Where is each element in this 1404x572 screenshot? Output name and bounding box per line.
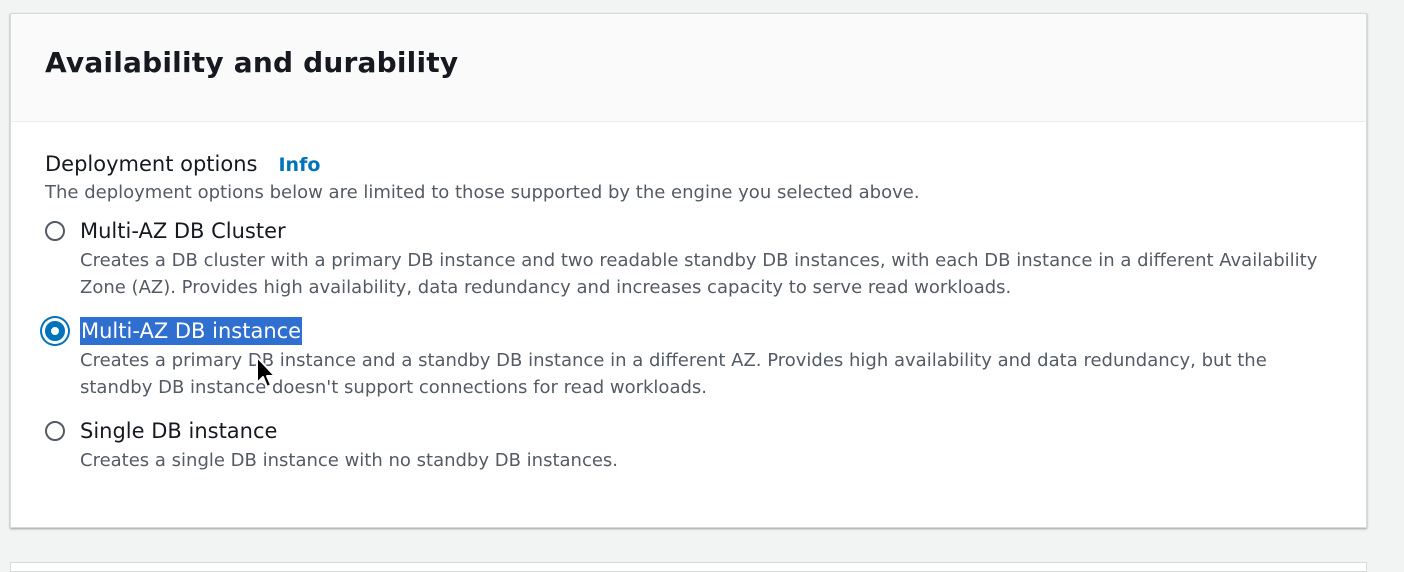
- radio-description-single-instance: Creates a single DB instance with no sta…: [80, 450, 619, 471]
- radio-label-multi-az-cluster[interactable]: Multi-AZ DB Cluster: [80, 217, 286, 245]
- deployment-options-label: Deployment options: [45, 152, 258, 176]
- availability-durability-panel: Availability and durability Deployment o…: [10, 13, 1367, 528]
- radio-label-multi-az-instance[interactable]: Multi-AZ DB instance: [80, 317, 303, 345]
- radio-option-multi-az-instance[interactable]: Multi-AZ DB instance Creates a primary D…: [45, 317, 1332, 401]
- deployment-options-label-row: Deployment options Info: [45, 152, 1332, 176]
- panel-body: Deployment options Info The deployment o…: [11, 122, 1366, 474]
- deployment-options-description: The deployment options below are limited…: [45, 182, 920, 203]
- radio-text: Multi-AZ DB Cluster Creates a DB cluster…: [80, 217, 1332, 301]
- radio-option-multi-az-cluster[interactable]: Multi-AZ DB Cluster Creates a DB cluster…: [45, 217, 1332, 301]
- radio-option-single-instance[interactable]: Single DB instance Creates a single DB i…: [45, 417, 1332, 474]
- radio-text: Single DB instance Creates a single DB i…: [80, 417, 1332, 474]
- radio-description-multi-az-instance: Creates a primary DB instance and a stan…: [80, 350, 1267, 398]
- radio-button-multi-az-cluster[interactable]: [45, 221, 65, 241]
- radio-description-multi-az-cluster: Creates a DB cluster with a primary DB i…: [80, 250, 1318, 298]
- panel-title: Availability and durability: [45, 46, 459, 79]
- info-link[interactable]: Info: [278, 154, 320, 176]
- panel-header: Availability and durability: [11, 14, 1366, 122]
- radio-button-multi-az-instance[interactable]: [45, 321, 65, 341]
- radio-label-single-instance[interactable]: Single DB instance: [80, 417, 277, 445]
- radio-button-single-instance[interactable]: [45, 421, 65, 441]
- next-panel-edge: [10, 562, 1367, 572]
- radio-text: Multi-AZ DB instance Creates a primary D…: [80, 317, 1332, 401]
